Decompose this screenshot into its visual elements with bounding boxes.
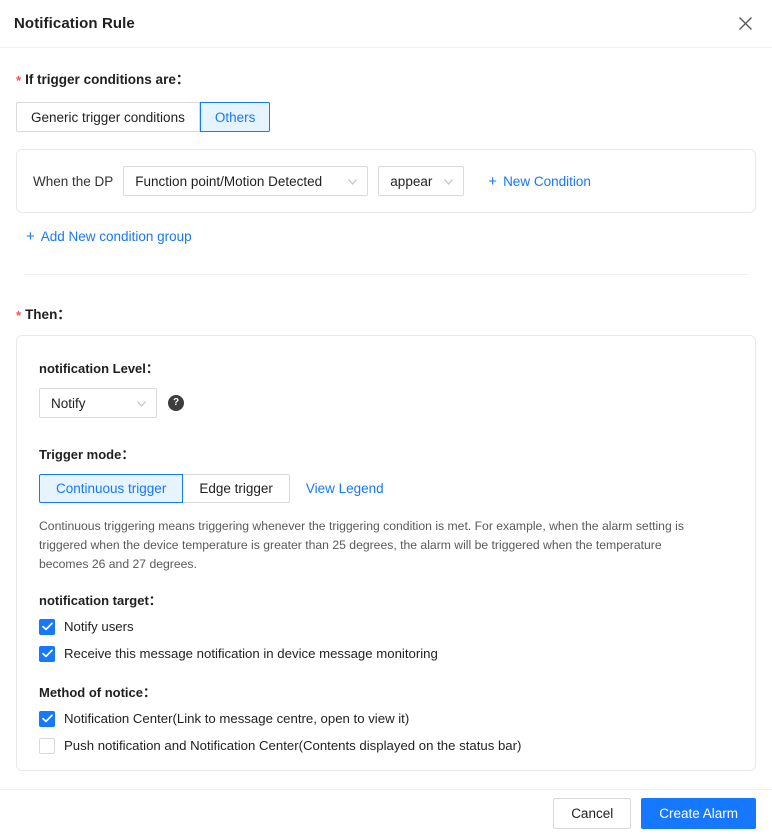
then-label-text: Then： (25, 307, 71, 322)
checkbox-label: Notification Center(Link to message cent… (64, 711, 410, 727)
notification-level-select[interactable]: Notify (39, 388, 157, 418)
checkbox-label: Notify users (64, 619, 134, 635)
trigger-conditions-label: * If trigger conditions are： (16, 68, 756, 88)
checkbox-box[interactable] (39, 645, 55, 662)
dialog-header: Notification Rule (0, 0, 772, 48)
trigger-mode-label: Trigger mode： (39, 447, 135, 462)
new-condition-label: New Condition (503, 173, 591, 189)
tab-generic-trigger-conditions[interactable]: Generic trigger conditions (16, 102, 200, 132)
trigger-mode-options: Continuous trigger Edge trigger (39, 474, 290, 503)
checkbox-label: Receive this message notification in dev… (64, 646, 438, 662)
notification-rule-dialog: Notification Rule * If trigger condition… (0, 0, 772, 836)
checkbox-receive-device-message-monitoring[interactable]: Receive this message notification in dev… (39, 645, 733, 662)
help-icon[interactable]: ? (168, 395, 184, 411)
checkbox-box[interactable] (39, 710, 55, 727)
method-of-notice-label: Method of notice： (39, 684, 156, 700)
then-card: notification Level： Notify ? Trigger mod… (16, 335, 756, 771)
condition-group: When the DP Function point/Motion Detect… (16, 149, 756, 213)
add-new-condition-group-label: Add New condition group (40, 229, 192, 244)
section-divider (24, 274, 748, 275)
new-condition-button[interactable]: + New Condition (488, 174, 591, 189)
notification-level-value: Notify (51, 395, 86, 411)
tab-others[interactable]: Others (199, 102, 271, 132)
checkbox-notify-users[interactable]: Notify users (39, 618, 733, 635)
dp-select[interactable]: Function point/Motion Detected (123, 166, 369, 196)
add-condition-group-row: + Add New condition group (16, 228, 756, 246)
trigger-mode-edge[interactable]: Edge trigger (183, 474, 290, 503)
operator-select-value: appear (390, 173, 433, 189)
trigger-condition-tabs: Generic trigger conditions Others (16, 102, 271, 132)
checkbox-label: Push notification and Notification Cente… (64, 738, 522, 754)
create-alarm-button[interactable]: Create Alarm (641, 797, 756, 829)
view-legend-link[interactable]: View Legend (306, 481, 384, 496)
dialog-body: * If trigger conditions are： Generic tri… (0, 48, 772, 789)
trigger-mode-description: Continuous triggering means triggering w… (39, 519, 684, 571)
checkbox-notification-center[interactable]: Notification Center(Link to message cent… (39, 710, 733, 727)
plus-icon: + (26, 228, 35, 245)
chevron-down-icon (443, 176, 454, 187)
condition-prefix-label: When the DP (33, 173, 114, 189)
notification-level-row: Notify ? (39, 388, 733, 418)
checkbox-box[interactable] (39, 737, 55, 754)
required-marker: * (16, 308, 22, 323)
chevron-down-icon (347, 176, 358, 187)
trigger-mode-row: Continuous trigger Edge trigger View Leg… (39, 474, 733, 503)
notification-target-label: notification target： (39, 592, 162, 608)
plus-icon: + (488, 172, 498, 190)
page-title: Notification Rule (14, 15, 135, 32)
required-marker: * (16, 73, 22, 88)
close-icon[interactable] (734, 13, 756, 35)
trigger-conditions-label-text: If trigger conditions are： (25, 72, 190, 87)
chevron-down-icon (136, 398, 147, 409)
trigger-mode-continuous[interactable]: Continuous trigger (39, 474, 184, 503)
then-label: * Then： (16, 303, 756, 323)
notification-level-label: notification Level： (39, 361, 159, 376)
checkbox-box[interactable] (39, 618, 55, 635)
dialog-footer: Cancel Create Alarm (0, 789, 772, 836)
cancel-button[interactable]: Cancel (553, 797, 632, 829)
dp-select-value: Function point/Motion Detected (135, 173, 323, 189)
add-new-condition-group-button[interactable]: + Add New condition group (26, 229, 192, 244)
checkbox-push-notification[interactable]: Push notification and Notification Cente… (39, 737, 733, 754)
operator-select[interactable]: appear (378, 166, 465, 196)
